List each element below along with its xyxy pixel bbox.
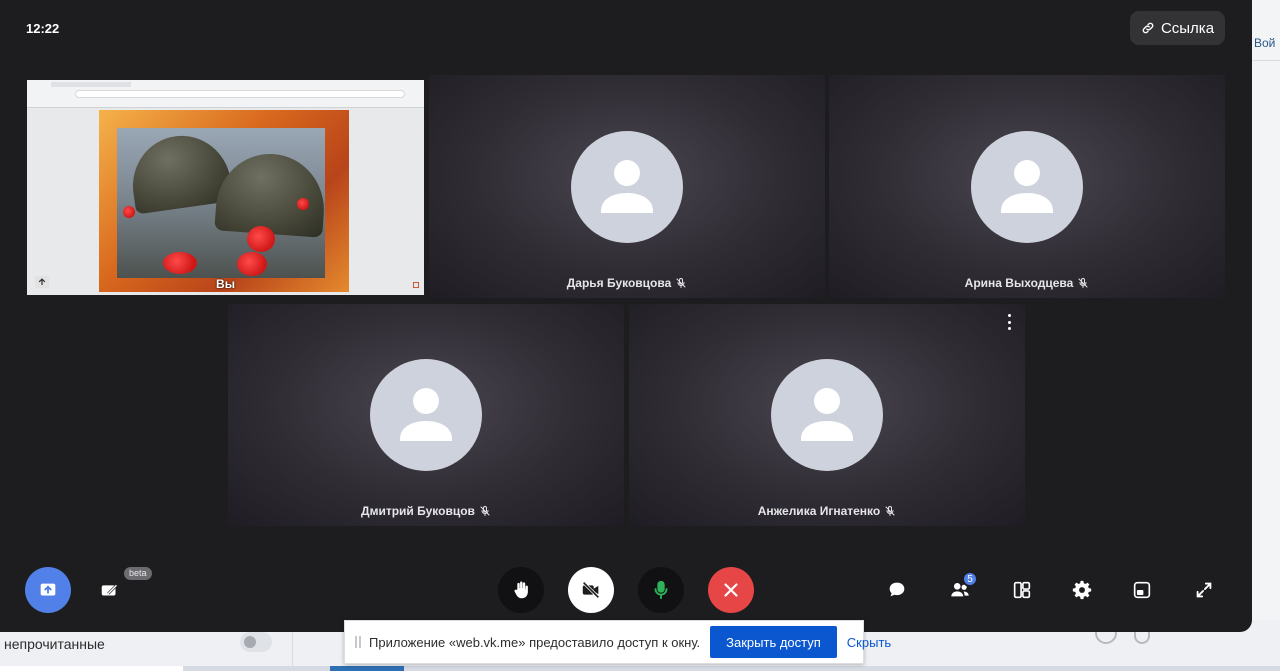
taskbar: [0, 666, 1280, 671]
magic-wand-icon: [101, 584, 118, 596]
raise-hand-button[interactable]: [498, 567, 544, 613]
call-window: 12:22 Ссылка Вы Дарья Буковцова Арина Вы…: [0, 0, 1252, 632]
participant-tile[interactable]: Дмитрий Буковцов: [228, 304, 624, 526]
participant-tile[interactable]: Анжелика Игнатенко: [629, 304, 1025, 526]
shared-page: [27, 108, 424, 295]
background-divider: [1252, 60, 1280, 61]
drag-handle-icon[interactable]: [355, 636, 361, 648]
picture-in-picture-button[interactable]: [1119, 567, 1165, 613]
screen-share-button[interactable]: [25, 567, 71, 613]
self-tile-name: Вы: [216, 277, 235, 291]
participants-count-badge: 5: [962, 571, 978, 587]
participant-name: Арина Выходцева: [964, 276, 1074, 290]
pip-icon: [1133, 581, 1151, 599]
camera-off-icon: [582, 581, 600, 599]
avatar: [971, 130, 1083, 243]
gear-icon: [1072, 580, 1092, 600]
user-placeholder-icon: [400, 388, 452, 441]
copy-link-label: Ссылка: [1160, 19, 1215, 37]
participant-name: Дмитрий Буковцов: [361, 504, 475, 518]
screen-share-notification: Приложение «web.vk.me» предоставило дост…: [344, 620, 891, 664]
stop-sharing-button[interactable]: Закрыть доступ: [710, 626, 837, 658]
helmets-photo: [117, 128, 325, 278]
user-placeholder-icon: [1001, 159, 1053, 213]
unread-toggle[interactable]: [240, 632, 272, 652]
microphone-icon: [654, 580, 668, 600]
unread-filter-label: непрочитанные: [4, 636, 105, 652]
participant-name: Анжелика Игнатенко: [757, 504, 881, 518]
avatar: [771, 359, 883, 471]
more-options-icon[interactable]: [1003, 314, 1015, 330]
shared-browser-chrome: [27, 80, 424, 108]
mic-muted-icon: [1078, 278, 1088, 288]
layout-button[interactable]: [999, 567, 1045, 613]
mic-muted-icon: [676, 278, 686, 288]
background-link[interactable]: Вой: [1254, 36, 1275, 50]
grid-layout-icon: [1013, 581, 1031, 599]
fullscreen-button[interactable]: [1181, 567, 1227, 613]
beta-badge: beta: [124, 567, 152, 580]
avatar: [571, 130, 683, 243]
participant-tile[interactable]: Арина Выходцева: [829, 75, 1225, 298]
participant-name: Дарья Буковцова: [566, 276, 672, 290]
link-icon: [1142, 22, 1154, 34]
copy-link-button[interactable]: Ссылка: [1130, 11, 1225, 45]
shared-slide: [99, 110, 349, 292]
hide-notification-link[interactable]: Скрыть: [847, 635, 891, 650]
settings-button[interactable]: [1059, 567, 1105, 613]
self-screen-share-tile[interactable]: Вы: [27, 80, 424, 295]
user-placeholder-icon: [801, 388, 853, 441]
mic-muted-icon: [885, 506, 895, 516]
mic-muted-icon: [480, 506, 490, 516]
camera-toggle-button[interactable]: [568, 567, 614, 613]
close-icon: [724, 583, 738, 597]
chat-button[interactable]: [874, 567, 920, 613]
end-call-button[interactable]: [708, 567, 754, 613]
chat-icon: [889, 582, 905, 597]
hand-icon: [514, 581, 528, 599]
participant-tile[interactable]: Дарья Буковцова: [429, 75, 825, 298]
user-placeholder-icon: [601, 159, 653, 213]
slide-corner-mark: [413, 282, 419, 288]
share-screen-icon: [40, 583, 56, 596]
notification-message: Приложение «web.vk.me» предоставило дост…: [369, 634, 701, 650]
avatar: [370, 359, 482, 471]
microphone-button[interactable]: [638, 567, 684, 613]
call-clock: 12:22: [26, 21, 60, 36]
expand-icon: [1196, 582, 1212, 598]
